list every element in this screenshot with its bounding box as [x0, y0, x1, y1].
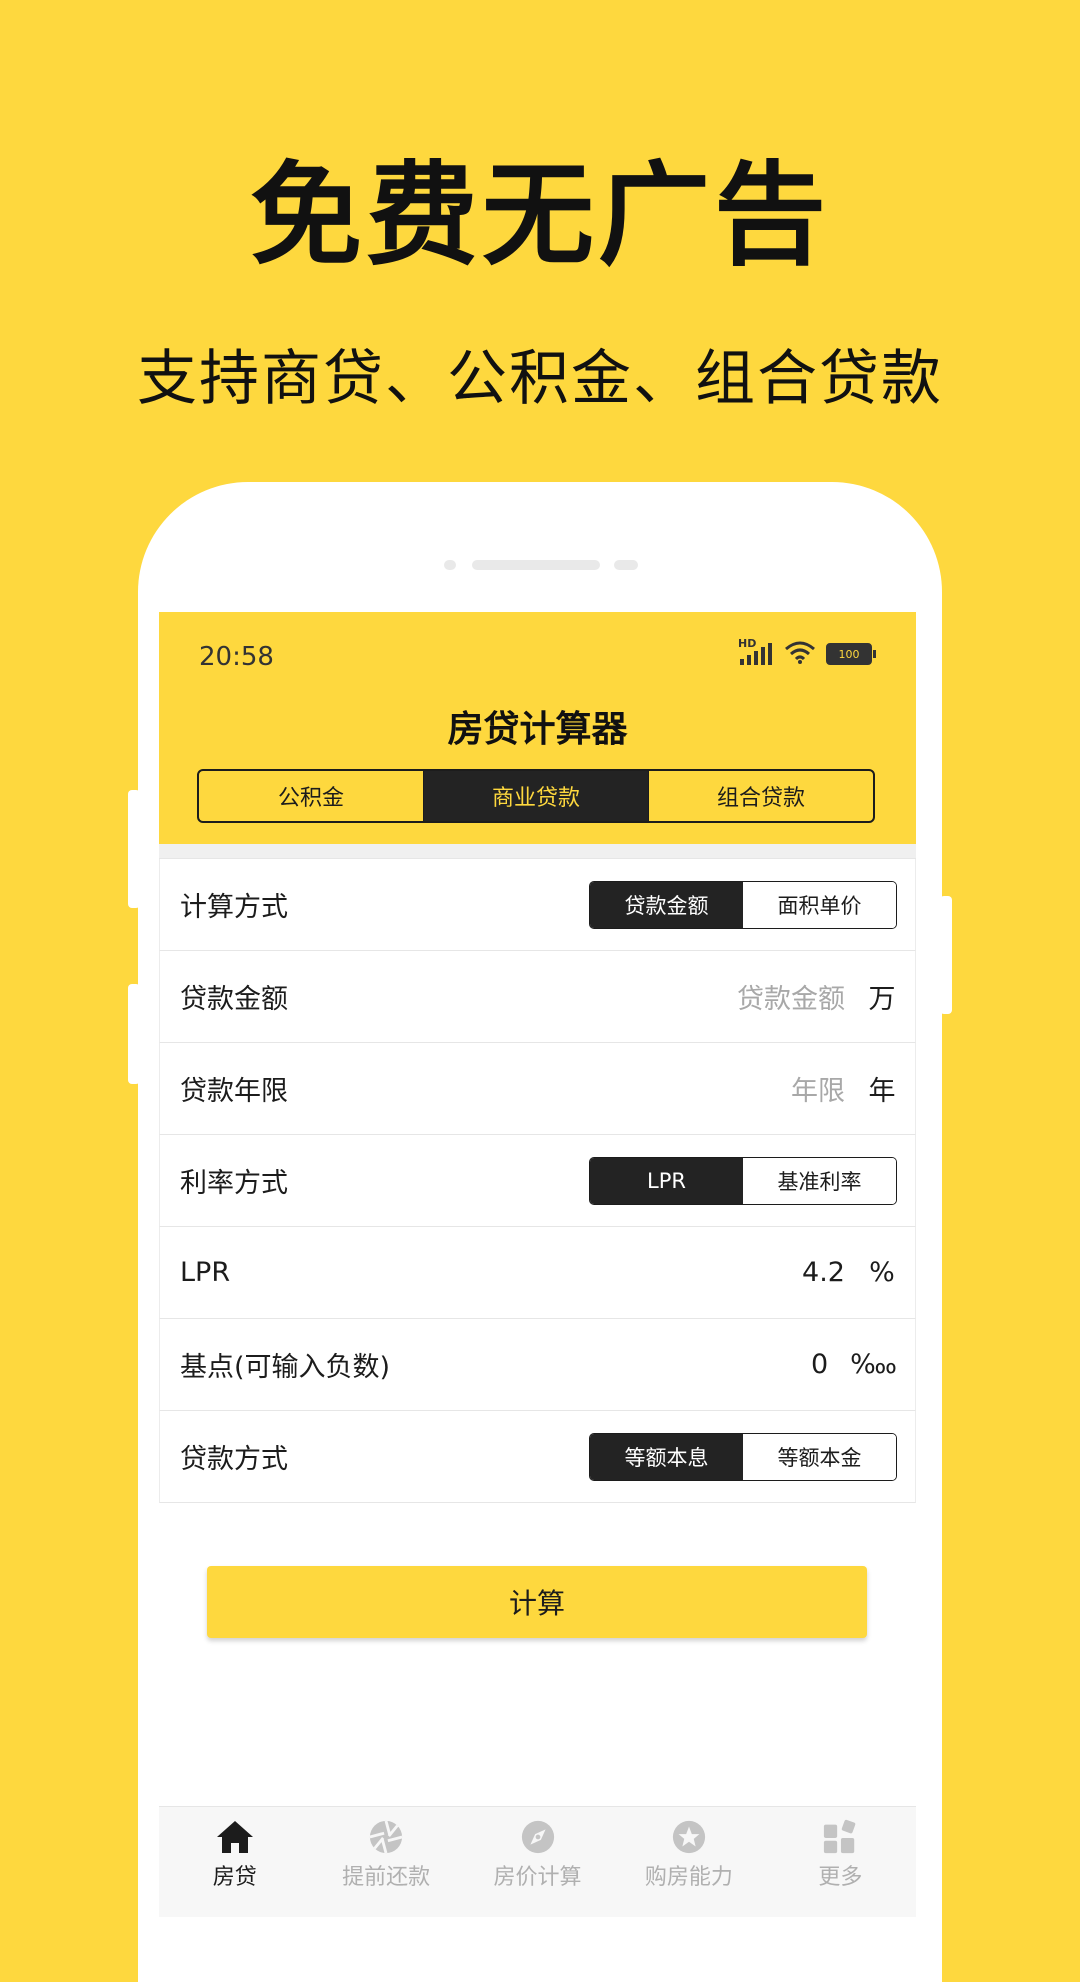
- star-icon: [672, 1820, 706, 1854]
- rate-method-toggle: LPR 基准利率: [589, 1156, 897, 1205]
- row-label: 计算方式: [180, 892, 288, 923]
- row-label: 利率方式: [180, 1168, 288, 1199]
- row-label: 基点(可输入负数): [180, 1352, 391, 1383]
- unit-label: 年: [868, 1076, 896, 1107]
- row-lpr: LPR 4.2 %: [159, 1227, 916, 1319]
- basis-points-input[interactable]: 0: [811, 1349, 828, 1380]
- app-header: 20:58 HD 100 房贷计算器 公积金 商业贷款 组合贷款: [159, 612, 916, 844]
- row-repay-method: 贷款方式 等额本息 等额本金: [159, 1411, 916, 1503]
- nav-label: 购房能力: [644, 1865, 733, 1890]
- loan-form: 计算方式 贷款金额 面积单价 贷款金额 贷款金额 万 贷款年限 年限 年 利率方…: [159, 858, 916, 1503]
- row-loan-amount: 贷款金额 贷款金额 万: [159, 951, 916, 1043]
- signal-icon: HD: [738, 637, 774, 667]
- phone-side-button: [940, 896, 952, 1014]
- battery-level: 100: [838, 647, 860, 661]
- status-time: 20:58: [199, 642, 274, 672]
- option-lpr[interactable]: LPR: [590, 1157, 743, 1204]
- row-label: 贷款方式: [180, 1444, 288, 1475]
- battery-icon: 100: [826, 643, 876, 665]
- unit-label: ‱: [850, 1349, 897, 1380]
- phone-sensor: [444, 560, 456, 570]
- calc-method-toggle: 贷款金额 面积单价: [589, 880, 897, 929]
- nav-item-house-price[interactable]: 房价计算: [462, 1807, 613, 1917]
- app-screen: 20:58 HD 100 房贷计算器 公积金 商业贷款 组合贷款 计算方式 贷款…: [159, 612, 916, 1920]
- row-label: LPR: [180, 1257, 231, 1288]
- nav-label: 提前还款: [342, 1865, 431, 1890]
- row-rate-method: 利率方式 LPR 基准利率: [159, 1135, 916, 1227]
- row-label: 贷款金额: [180, 984, 288, 1015]
- row-label: 贷款年限: [180, 1076, 288, 1107]
- loan-type-tabs: 公积金 商业贷款 组合贷款: [197, 769, 875, 823]
- option-equal-principal[interactable]: 等额本金: [743, 1433, 896, 1480]
- page-title: 房贷计算器: [447, 709, 628, 750]
- option-area-unit-price[interactable]: 面积单价: [743, 881, 896, 928]
- tab-commercial-loan[interactable]: 商业贷款: [424, 771, 649, 821]
- nav-label: 房贷: [212, 1865, 257, 1890]
- nav-label: 更多: [818, 1865, 863, 1890]
- phone-sensor: [614, 560, 638, 570]
- phone-side-button: [128, 984, 140, 1084]
- home-icon: [216, 1821, 253, 1853]
- promo-subline: 支持商贷、公积金、组合贷款: [137, 344, 943, 414]
- row-basis-points: 基点(可输入负数) 0 ‱: [159, 1319, 916, 1411]
- calculate-button[interactable]: 计算: [207, 1566, 867, 1638]
- nav-item-mortgage[interactable]: 房贷: [159, 1807, 310, 1917]
- nav-item-affordability[interactable]: 购房能力: [613, 1807, 764, 1917]
- phone-speaker: [472, 560, 600, 570]
- row-loan-term: 贷款年限 年限 年: [159, 1043, 916, 1135]
- repay-method-toggle: 等额本息 等额本金: [589, 1432, 897, 1481]
- row-calc-method: 计算方式 贷款金额 面积单价: [159, 859, 916, 951]
- lpr-input[interactable]: 4.2: [802, 1257, 845, 1288]
- divider: [159, 844, 916, 858]
- unit-label: %: [869, 1257, 895, 1288]
- option-base-rate[interactable]: 基准利率: [743, 1157, 896, 1204]
- nav-label: 房价计算: [493, 1865, 582, 1890]
- option-equal-installment[interactable]: 等额本息: [590, 1433, 743, 1480]
- tab-combined-loan[interactable]: 组合贷款: [649, 771, 873, 821]
- grid-icon: [824, 1819, 856, 1854]
- nav-item-more[interactable]: 更多: [765, 1807, 916, 1917]
- tab-provident-fund[interactable]: 公积金: [199, 771, 424, 821]
- option-loan-amount[interactable]: 贷款金额: [590, 881, 743, 928]
- nav-item-prepayment[interactable]: 提前还款: [310, 1807, 461, 1917]
- phone-side-button: [128, 790, 140, 908]
- status-icons: HD 100: [738, 637, 876, 668]
- aperture-icon: [369, 1820, 403, 1854]
- loan-amount-input[interactable]: 贷款金额: [737, 977, 845, 1016]
- compass-icon: [521, 1820, 554, 1854]
- promo-headline: 免费无广告: [250, 151, 830, 281]
- bottom-nav: 房贷 提前还款 房价计算 购房能力 更多: [159, 1806, 916, 1917]
- unit-label: 万: [868, 984, 896, 1015]
- wifi-icon: [784, 640, 816, 668]
- loan-term-input[interactable]: 年限: [791, 1069, 845, 1108]
